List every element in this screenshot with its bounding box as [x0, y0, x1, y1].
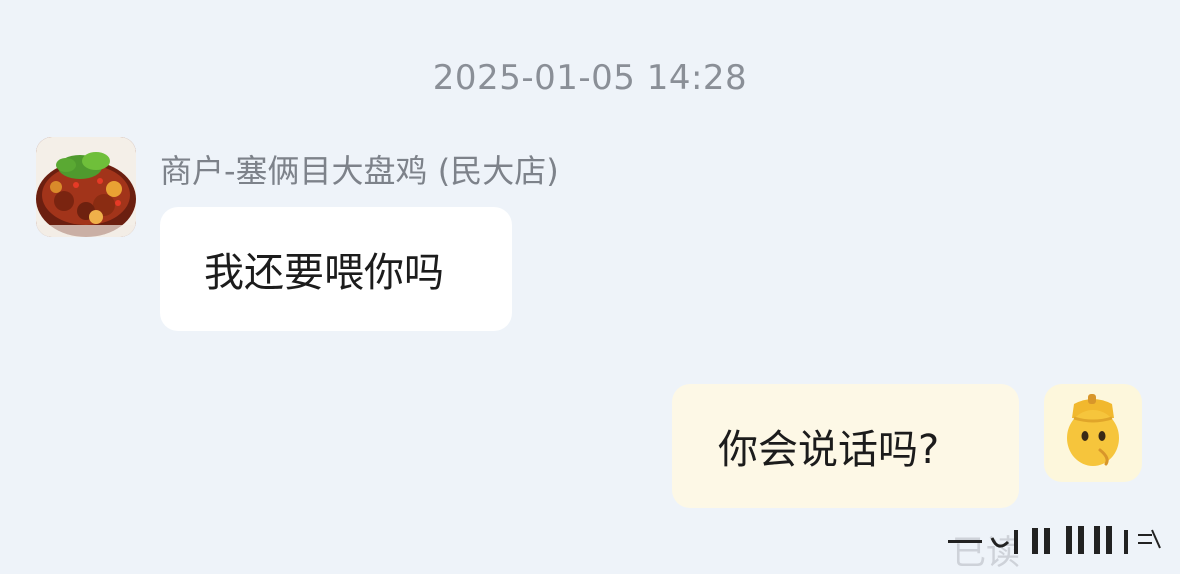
message-timestamp: 2025-01-05 14:28 — [432, 58, 748, 98]
user-avatar[interactable] — [1044, 384, 1142, 482]
merchant-avatar[interactable] — [36, 137, 136, 237]
incoming-message-bubble[interactable]: 我还要喂你吗 — [160, 207, 512, 331]
merchant-name: 商户-塞俩目大盘鸡 (民大店) — [160, 152, 559, 190]
acorn-mascot-icon — [1067, 394, 1119, 466]
outgoing-message-text: 你会说话吗? — [718, 427, 940, 473]
incoming-message-text: 我还要喂你吗 — [204, 250, 444, 296]
watermark-bars-icon — [948, 526, 1161, 554]
outgoing-message-bubble[interactable]: 你会说话吗? — [672, 384, 1019, 508]
dish-photo-icon — [36, 137, 136, 237]
